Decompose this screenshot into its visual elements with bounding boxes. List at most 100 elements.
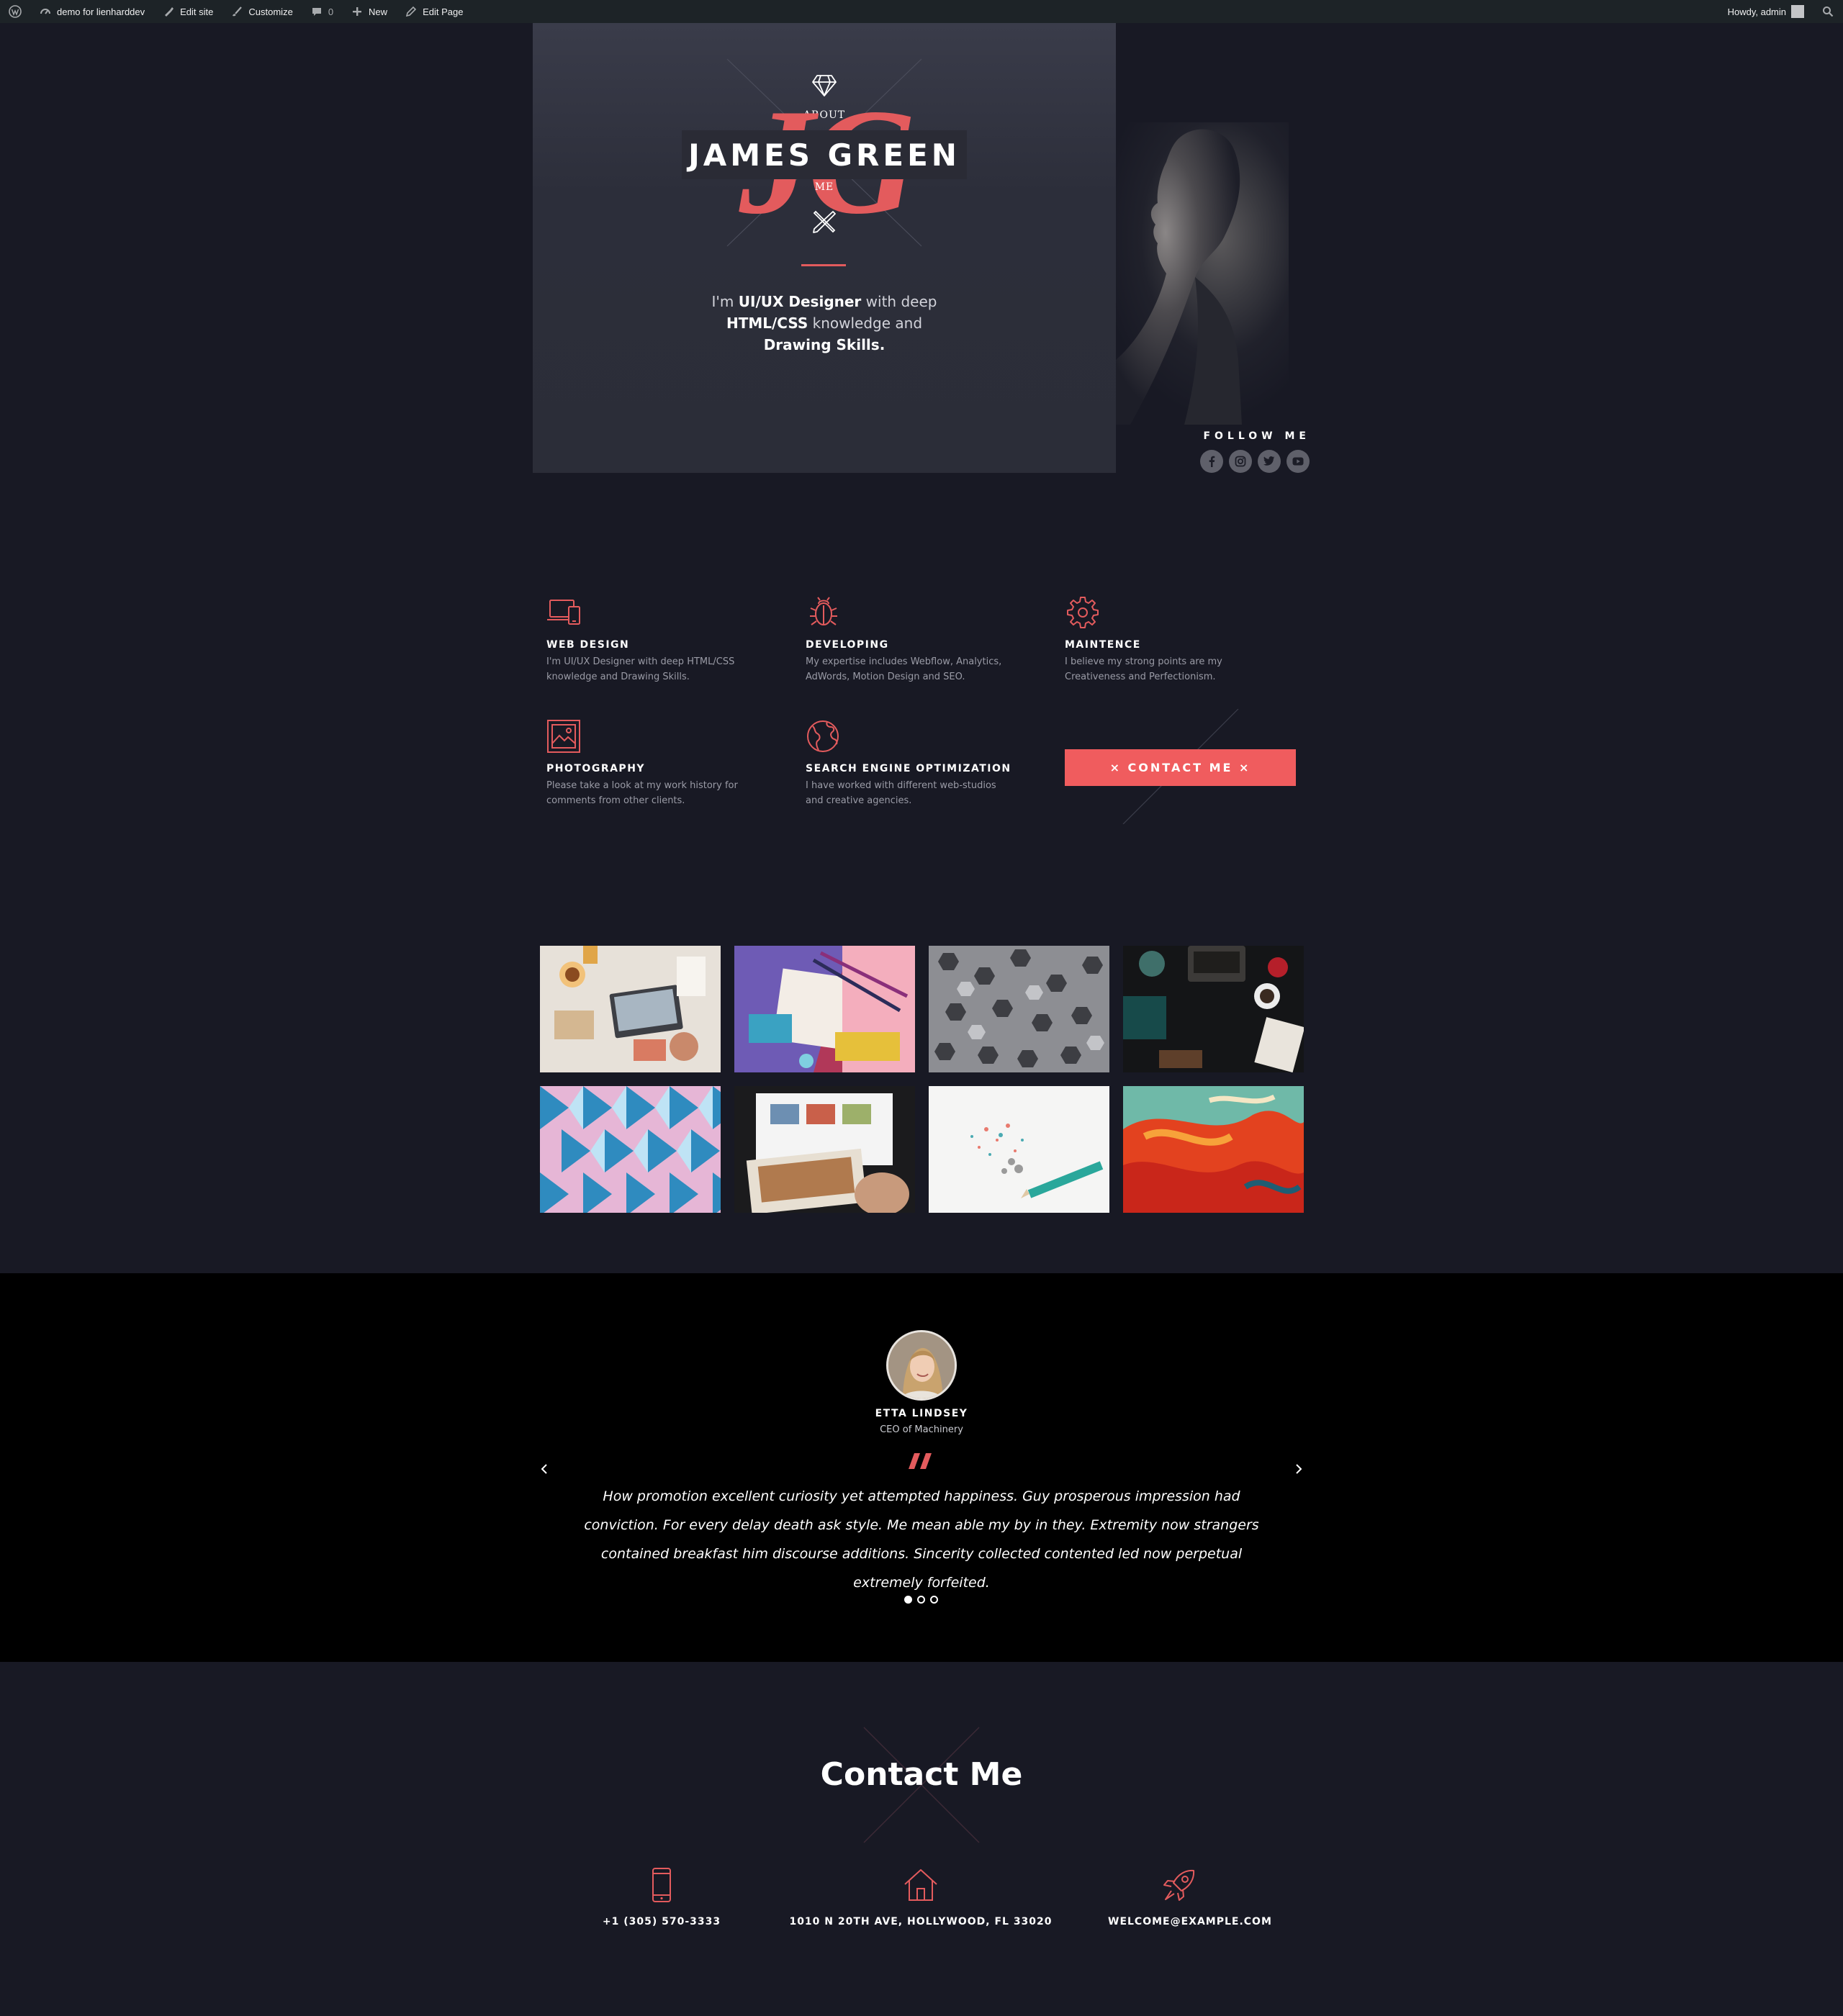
contact-email-label: WELCOME@EXAMPLE.COM [1108,1916,1272,1927]
bug-icon [810,597,837,625]
name-box: JAMES GREEN [682,130,967,179]
avatar [1791,5,1804,18]
testimonial-avatar [886,1330,957,1401]
customize-label: Customize [248,6,293,17]
search-button[interactable] [1813,0,1843,23]
service-seo: SEARCH ENGINE OPTIMIZATION I have worked… [806,720,1014,808]
contact-email[interactable]: WELCOME@EXAMPLE.COM [1108,1867,1272,1927]
phone-icon [652,1868,671,1902]
chevron-right-icon [1296,1464,1302,1474]
chevron-left-icon [541,1464,547,1474]
paintbrush-icon [230,5,243,18]
service-desc: I believe my strong points are my Creati… [1065,656,1222,682]
service-title: PHOTOGRAPHY [546,763,646,774]
hero-card: ABOUT JG JAMES GREEN ME I'm UI/UX Design… [533,23,1116,473]
carousel-prev-button[interactable] [536,1460,553,1478]
gallery-image-art-supplies[interactable] [734,946,915,1072]
search-icon [1821,5,1834,18]
brush-icon [162,5,175,18]
contact-title: Contact Me [820,1756,1023,1793]
service-web-design: WEB DESIGN I'm UI/UX Designer with deep … [546,596,755,684]
home-icon [904,1869,937,1901]
service-desc: My expertise includes Webflow, Analytics… [806,656,1002,682]
image-icon [547,720,580,753]
contact-address-label: 1010 N 20TH AVE, HOLLYWOOD, FL 33020 [789,1916,1053,1927]
testimonial-role: CEO of Machinery [880,1424,963,1435]
gallery-image-pencil-shavings[interactable] [929,1086,1109,1213]
testimonial-name: ETTA LINDSEY [875,1408,968,1419]
testimonial-quote: How promotion excellent curiosity yet at… [584,1488,1259,1591]
hero-intro: I'm UI/UX Designer with deep HTML/CSS kn… [698,291,950,356]
plus-icon [351,5,364,18]
gallery-image-geometric[interactable] [540,1086,721,1213]
social-links [1200,450,1310,473]
intro-text-2: with deep [861,293,937,310]
follow-me-title: FOLLOW ME [1203,430,1310,442]
service-maintence: MAINTENCE I believe my strong points are… [1065,596,1274,684]
gallery-image-abstract-paint[interactable] [1123,1086,1304,1213]
site-name-link[interactable]: demo for lienharddev [30,0,153,23]
intro-bold-3: Drawing Skills. [763,336,886,353]
service-developing: DEVELOPING My expertise includes Webflow… [806,596,1014,684]
service-title: DEVELOPING [806,639,889,651]
gear-icon [1067,597,1099,628]
service-photography: PHOTOGRAPHY Please take a look at my wor… [546,720,755,808]
youtube-icon[interactable] [1287,450,1310,473]
carousel-dots [904,1596,938,1604]
pencil-ruler-icon [813,210,836,233]
gallery-image-photo-review[interactable] [734,1086,915,1213]
testimonial-section: ETTA LINDSEY CEO of Machinery How promot… [0,1273,1843,1662]
carousel-dot-3[interactable] [930,1596,938,1604]
edit-site-label: Edit site [180,6,214,17]
edit-site-link[interactable]: Edit site [153,0,222,23]
service-title: WEB DESIGN [546,639,630,651]
contact-me-button[interactable]: × CONTACT ME × [1065,749,1296,786]
portrait-photo [1116,122,1289,425]
contact-phone[interactable]: +1 (305) 570-3333 [590,1867,734,1927]
quote-icon [909,1453,932,1469]
gallery-image-workspace[interactable] [540,946,721,1072]
intro-text-1: I'm [711,293,739,310]
contact-address[interactable]: 1010 N 20TH AVE, HOLLYWOOD, FL 33020 [777,1867,1065,1927]
instagram-icon[interactable] [1229,450,1252,473]
service-desc: Please take a look at my work history fo… [546,780,738,806]
howdy-label: Howdy, admin [1727,6,1786,17]
hero-name: JAMES GREEN [688,137,960,173]
devices-icon [547,600,580,625]
globe-icon [807,720,839,752]
service-title: SEARCH ENGINE OPTIMIZATION [806,763,1011,774]
carousel-next-button[interactable] [1290,1460,1307,1478]
service-desc: I have worked with different web-studios… [806,780,996,806]
edit-page-label: Edit Page [423,6,464,17]
dashboard-icon [39,5,52,18]
comments-count: 0 [328,6,334,17]
service-desc: I'm UI/UX Designer with deep HTML/CSS kn… [546,656,735,682]
carousel-dot-2[interactable] [917,1596,925,1604]
facebook-icon[interactable] [1200,450,1223,473]
wordpress-icon [9,5,22,18]
twitter-icon[interactable] [1258,450,1281,473]
service-title: MAINTENCE [1065,639,1141,651]
new-label: New [369,6,388,17]
account-menu[interactable]: Howdy, admin [1719,0,1813,23]
rocket-icon [1163,1869,1195,1901]
intro-bold-1: UI/UX Designer [738,293,862,310]
wordpress-logo-button[interactable] [0,0,30,23]
intro-text-3: knowledge and [808,315,923,332]
site-name-label: demo for lienharddev [57,6,145,17]
gallery-image-typewriter[interactable] [1123,946,1304,1072]
intro-bold-2: HTML/CSS [726,315,808,332]
red-divider [801,264,846,266]
edit-page-link[interactable]: Edit Page [396,0,472,23]
carousel-dot-1[interactable] [904,1596,912,1604]
comment-icon [310,5,323,18]
admin-bar: demo for lienharddev Edit site Customize… [0,0,1843,23]
me-label: ME [814,181,834,193]
comments-link[interactable]: 0 [302,0,342,23]
portrait-silhouette [1116,129,1242,425]
pencil-icon [405,5,418,18]
contact-phone-label: +1 (305) 570-3333 [602,1916,721,1927]
gallery-image-hex-tiles[interactable] [929,946,1109,1072]
new-content-link[interactable]: New [342,0,396,23]
customize-link[interactable]: Customize [222,0,301,23]
